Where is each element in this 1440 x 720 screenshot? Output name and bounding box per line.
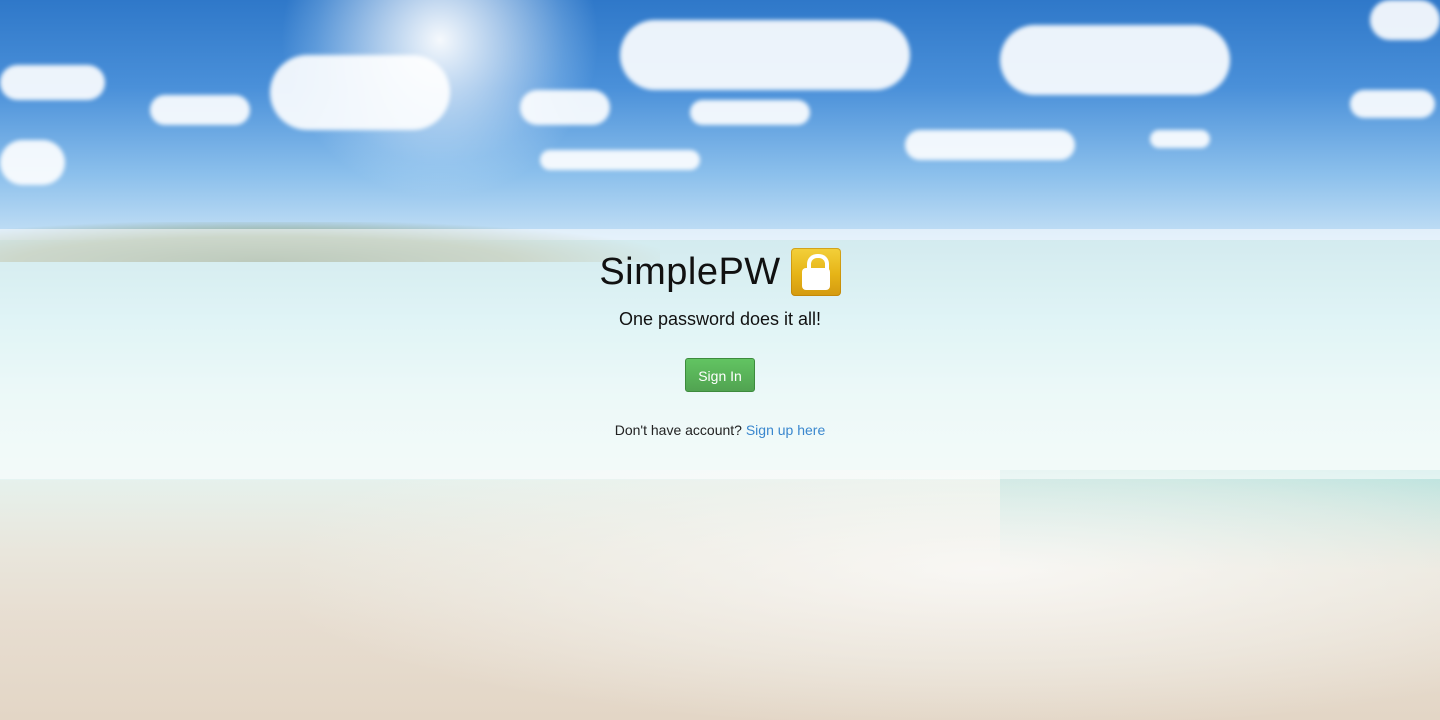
signup-link[interactable]: Sign up here [746, 422, 825, 438]
wave-foam [300, 470, 1440, 720]
brand-header: SimplePW [0, 248, 1440, 300]
cloud [150, 95, 250, 125]
cloud [270, 55, 450, 130]
cloud [1370, 0, 1440, 40]
signup-prompt-text: Don't have account? [614, 422, 742, 438]
cloud [690, 100, 810, 125]
cloud [540, 150, 700, 170]
signup-prompt-line: Don't have account? Sign up here [0, 421, 1440, 439]
cloud [620, 20, 910, 90]
cloud [520, 90, 610, 125]
cloud [905, 130, 1075, 160]
cloud [1000, 25, 1230, 95]
sign-in-button[interactable]: Sign In [685, 358, 755, 392]
cloud [0, 65, 105, 100]
tagline: One password does it all! [618, 309, 822, 329]
cloud [1350, 90, 1435, 118]
cloud [0, 140, 65, 185]
cloud [1150, 130, 1210, 148]
app-title: SimplePW [599, 251, 781, 293]
lock-icon [790, 248, 841, 296]
